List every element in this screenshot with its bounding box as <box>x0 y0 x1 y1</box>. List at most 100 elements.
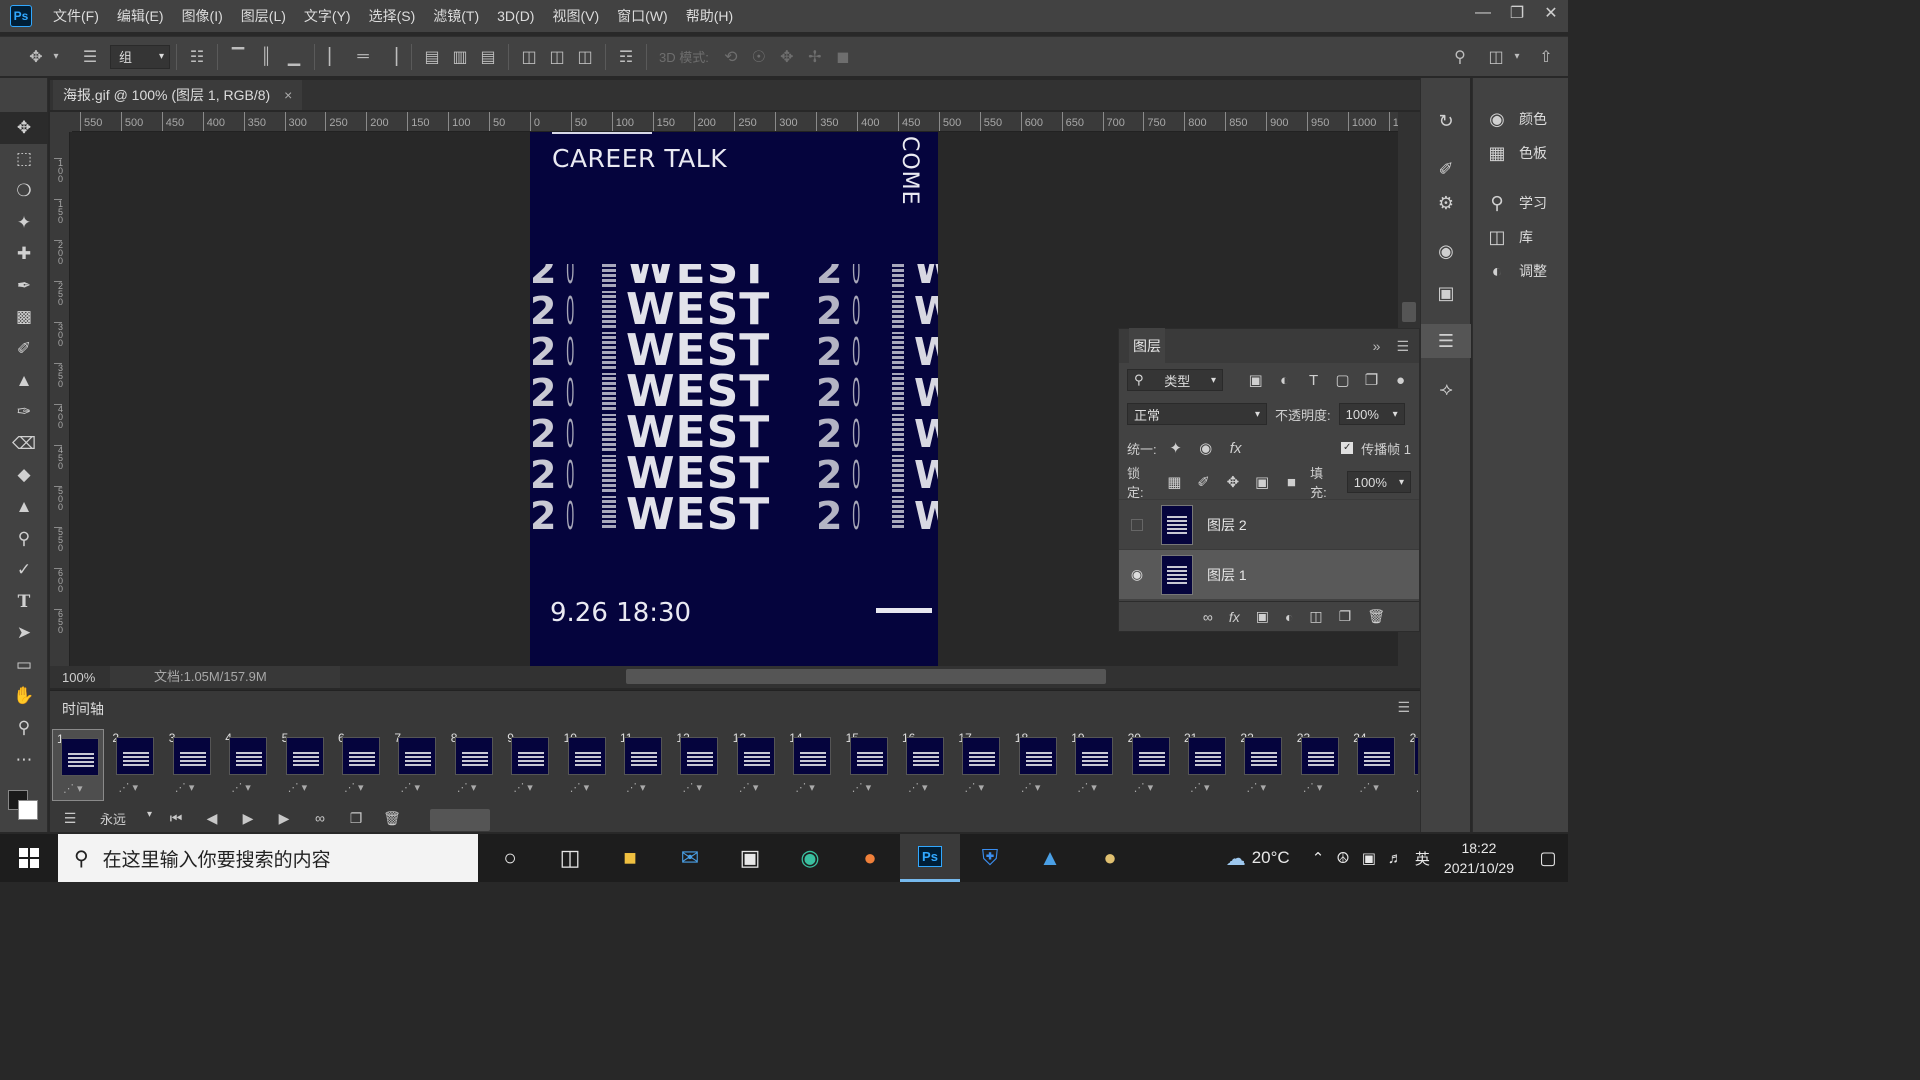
frame-delay-icon[interactable]: ⋰ ▾ <box>1416 781 1418 794</box>
layers-tab[interactable]: 图层 <box>1129 328 1165 364</box>
swatches-panel-tab[interactable]: ▦ 色板 <box>1473 136 1568 170</box>
new-layer-icon[interactable]: ❐ <box>1339 608 1352 625</box>
visibility-toggle[interactable] <box>1131 518 1143 531</box>
fill-input[interactable]: 100% ▾ <box>1346 471 1412 493</box>
timeline-frame[interactable]: 3⋰ ▾ <box>165 729 217 801</box>
timeline-frame[interactable]: 2⋰ ▾ <box>108 729 160 801</box>
frame-delay-icon[interactable]: ⋰ ▾ <box>457 781 477 794</box>
path-selection-tool-icon[interactable]: ➤ <box>0 618 48 650</box>
photoshop-taskbar-icon[interactable]: Ps <box>900 834 960 882</box>
history-brush-tool-icon[interactable]: ✑ <box>0 396 48 428</box>
weather-widget[interactable]: ☁ 20°C <box>1226 846 1290 871</box>
type-tool-icon[interactable]: T <box>0 586 48 618</box>
convert-timeline-icon[interactable]: ☰ <box>52 804 88 832</box>
timeline-frame[interactable]: 24⋰ ▾ <box>1349 729 1401 801</box>
lock-transparent-icon[interactable]: ▦ <box>1164 473 1185 491</box>
paint-bucket-tool-icon[interactable]: ◆ <box>0 460 48 492</box>
taskbar-search-input[interactable]: ⚲ 在这里输入你要搜索的内容 <box>58 834 478 882</box>
file-explorer-icon[interactable]: ■ <box>600 834 660 882</box>
frame-delay-icon[interactable]: ⋰ ▾ <box>1134 781 1154 794</box>
photos-icon[interactable]: ▲ <box>1020 834 1080 882</box>
cortana-icon[interactable]: ○ <box>480 834 540 882</box>
delete-layer-icon[interactable]: 🗑 <box>1367 608 1385 625</box>
scrollbar-thumb[interactable] <box>626 669 1106 684</box>
unify-style-icon[interactable]: fx <box>1225 440 1247 457</box>
timeline-frame[interactable]: 18⋰ ▾ <box>1011 729 1063 801</box>
align-hcenter-icon[interactable]: ═ <box>349 43 377 71</box>
timeline-frame[interactable]: 4⋰ ▾ <box>221 729 273 801</box>
document-tab[interactable]: 海报.gif @ 100% (图层 1, RGB/8) × <box>53 80 303 110</box>
timeline-frame[interactable]: 13⋰ ▾ <box>729 729 781 801</box>
layer-row[interactable]: ◉ 图层 1 <box>1119 549 1419 599</box>
frame-delay-icon[interactable]: ⋰ ▾ <box>570 781 590 794</box>
rectangle-tool-icon[interactable]: ▭ <box>0 649 48 681</box>
distribute-top-icon[interactable]: ▤ <box>418 43 446 71</box>
previous-frame-icon[interactable]: ◀ <box>194 804 230 832</box>
menu-item-3d[interactable]: 3D(D) <box>488 0 543 32</box>
frame-delay-icon[interactable]: ⋰ ▾ <box>231 781 251 794</box>
brush-tool-icon[interactable]: ✐ <box>0 333 48 365</box>
notification-icon[interactable]: ▢ <box>1528 848 1568 869</box>
propagate-checkbox[interactable]: ✓ <box>1341 442 1354 454</box>
filter-pixel-icon[interactable]: ▣ <box>1245 371 1266 389</box>
network-icon[interactable]: ☮ <box>1336 849 1349 867</box>
document-info[interactable]: 文档:1.05M/157.9M <box>110 666 340 688</box>
mail-icon[interactable]: ✉ <box>660 834 720 882</box>
tween-icon[interactable]: ∞ <box>302 804 338 832</box>
menu-item-view[interactable]: 视图(V) <box>543 0 608 32</box>
blur-tool-icon[interactable]: ▲ <box>0 491 48 523</box>
menu-item-help[interactable]: 帮助(H) <box>677 0 742 32</box>
move-tool-icon[interactable]: ✥ <box>0 112 48 144</box>
pen-tool-icon[interactable]: ✓ <box>0 554 48 586</box>
timeline-frame[interactable]: 6⋰ ▾ <box>334 729 386 801</box>
3d-icon[interactable]: ▣ <box>1421 276 1471 310</box>
timeline-frame[interactable]: 14⋰ ▾ <box>785 729 837 801</box>
auto-select-icon[interactable]: ☰ <box>76 43 104 71</box>
canvas-horizontal-scrollbar[interactable] <box>340 666 1390 688</box>
paint-icon[interactable]: ● <box>1080 834 1140 882</box>
store-icon[interactable]: ▣ <box>720 834 780 882</box>
volume-icon[interactable]: ♬ <box>1388 850 1403 867</box>
delete-frame-icon[interactable]: 🗑 <box>374 804 410 832</box>
ime-indicator[interactable]: 英 <box>1415 848 1430 869</box>
distribute-hcenter-icon[interactable]: ◫ <box>543 43 571 71</box>
frame-delay-icon[interactable]: ⋰ ▾ <box>1303 781 1323 794</box>
edge-icon[interactable]: ◉ <box>780 834 840 882</box>
filter-smart-object-icon[interactable]: ❐ <box>1361 371 1382 389</box>
align-top-icon[interactable]: ▔ <box>224 43 252 71</box>
filter-shape-icon[interactable]: ▢ <box>1332 371 1353 389</box>
frame-delay-icon[interactable]: ⋰ ▾ <box>63 782 83 795</box>
auto-select-dropdown[interactable]: 组 ▾ <box>110 44 170 69</box>
lasso-tool-icon[interactable]: ❍ <box>0 175 48 207</box>
frame-delay-icon[interactable]: ⋰ ▾ <box>852 781 872 794</box>
timeline-frame[interactable]: 1⋰ ▾ <box>52 729 104 801</box>
properties-icon[interactable]: ⚙ <box>1421 186 1471 220</box>
clock[interactable]: 18:22 2021/10/29 <box>1444 838 1514 878</box>
frame-delay-icon[interactable]: ⋰ ▾ <box>964 781 984 794</box>
lock-pixels-icon[interactable]: ✐ <box>1193 473 1214 491</box>
timeline-frame[interactable]: 11⋰ ▾ <box>616 729 668 801</box>
align-vcenter-icon[interactable]: ║ <box>252 43 280 71</box>
color-swatches[interactable] <box>8 790 42 824</box>
search-icon[interactable]: ⚲ <box>1446 43 1474 71</box>
filter-adjustment-icon[interactable]: ◐ <box>1274 372 1295 389</box>
restore-icon[interactable]: ❐ <box>1500 0 1534 26</box>
close-icon[interactable]: ✕ <box>1534 0 1568 26</box>
timeline-title[interactable]: 时间轴 <box>62 699 104 719</box>
chevron-up-icon[interactable]: ⌃ <box>1312 849 1325 867</box>
zoom-tool-icon[interactable]: ⚲ <box>0 712 48 744</box>
task-view-icon[interactable]: ◫ <box>540 834 600 882</box>
close-tab-icon[interactable]: × <box>284 87 292 103</box>
distribute-spacing-icon[interactable]: ☶ <box>612 43 640 71</box>
distribute-left-icon[interactable]: ◫ <box>515 43 543 71</box>
frame-delay-icon[interactable]: ⋰ ▾ <box>626 781 646 794</box>
frame-delay-icon[interactable]: ⋰ ▾ <box>1246 781 1266 794</box>
unify-position-icon[interactable]: ✦ <box>1165 439 1187 457</box>
frame-delay-icon[interactable]: ⋰ ▾ <box>795 781 815 794</box>
menu-item-select[interactable]: 选择(S) <box>360 0 425 32</box>
align-right-icon[interactable]: ▕ <box>377 43 405 71</box>
new-group-icon[interactable]: ◫ <box>1309 608 1322 625</box>
panel-menu-icon[interactable]: ☰ <box>1397 699 1410 716</box>
firefox-icon[interactable]: ● <box>840 834 900 882</box>
panel-menu-icon[interactable]: ☰ <box>1396 338 1409 355</box>
